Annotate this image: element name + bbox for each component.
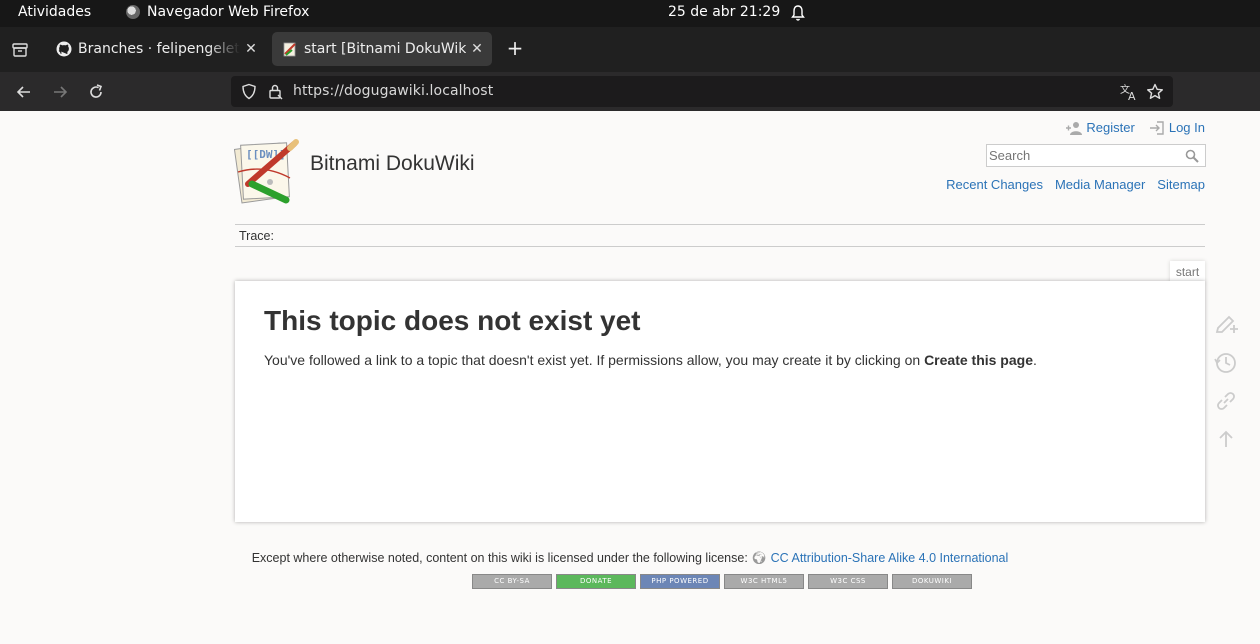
system-top-bar: Atividades Navegador Web Firefox 25 de a… bbox=[0, 0, 1260, 27]
translate-icon[interactable]: 文 A bbox=[1119, 82, 1139, 102]
donate-badge[interactable]: DONATE bbox=[556, 574, 636, 589]
old-revisions-icon[interactable] bbox=[1212, 349, 1240, 377]
login-icon bbox=[1149, 120, 1164, 135]
search-icon[interactable] bbox=[1185, 149, 1199, 163]
dokuwiki-page: [[DW]] Bitnami DokuWiki Register Log In bbox=[0, 111, 1260, 644]
tracking-protection-shield-icon[interactable] bbox=[241, 83, 257, 100]
bookmark-star-icon[interactable] bbox=[1145, 82, 1165, 102]
user-tools: Register Log In bbox=[1066, 120, 1205, 135]
new-tab-button[interactable]: + bbox=[505, 38, 525, 60]
clock[interactable]: 25 de abr 21:29 bbox=[668, 4, 780, 20]
register-link[interactable]: Register bbox=[1066, 120, 1135, 135]
app-name: Navegador Web Firefox bbox=[147, 4, 310, 20]
dokuwiki-favicon bbox=[283, 42, 296, 57]
license-link[interactable]: CC Attribution-Share Alike 4.0 Internati… bbox=[771, 551, 1009, 565]
back-to-top-arrow-icon[interactable] bbox=[1212, 425, 1240, 453]
license-notice: Except where otherwise noted, content on… bbox=[251, 551, 1009, 565]
breadcrumb-trace: Trace: bbox=[239, 229, 274, 243]
tab-github-branches[interactable]: Branches · felipengeletric ✕ bbox=[46, 32, 266, 66]
page-id-badge: start bbox=[1170, 261, 1205, 283]
header-divider bbox=[235, 224, 1205, 225]
php-powered-badge[interactable]: PHP POWERED bbox=[640, 574, 720, 589]
forward-arrow-icon[interactable] bbox=[50, 82, 70, 102]
search-input[interactable] bbox=[987, 145, 1177, 166]
reload-icon[interactable] bbox=[86, 82, 106, 102]
site-tools: Recent Changes Media Manager Sitemap bbox=[946, 177, 1205, 192]
github-icon bbox=[56, 41, 72, 57]
tab-strip: Branches · felipengeletric ✕ start [Bitn… bbox=[0, 27, 1260, 72]
dokuwiki-badge[interactable]: DOKUWIKI bbox=[892, 574, 972, 589]
page-body-text: You've followed a link to a topic that d… bbox=[264, 352, 1037, 368]
wiki-search-box bbox=[986, 144, 1206, 167]
tab-dokuwiki-start[interactable]: start [Bitnami DokuWiki] ✕ bbox=[272, 32, 492, 66]
navigation-toolbar: https://dogugawiki.localhost 文 A bbox=[0, 72, 1260, 111]
close-tab-icon[interactable]: ✕ bbox=[240, 41, 262, 57]
create-page-pencil-icon[interactable] bbox=[1212, 311, 1240, 339]
app-menu[interactable]: Navegador Web Firefox bbox=[126, 4, 309, 20]
breadcrumb-divider bbox=[235, 246, 1205, 247]
globe-icon: 🌍︎ bbox=[751, 551, 768, 565]
back-arrow-icon[interactable] bbox=[14, 82, 34, 102]
page-heading: This topic does not exist yet bbox=[264, 305, 641, 336]
lock-icon[interactable] bbox=[267, 83, 283, 100]
css-badge[interactable]: W3C CSS bbox=[808, 574, 888, 589]
activities-button[interactable]: Atividades bbox=[18, 4, 91, 20]
add-user-icon bbox=[1066, 121, 1083, 135]
address-bar[interactable]: https://dogugawiki.localhost 文 A bbox=[231, 76, 1173, 107]
firefox-icon bbox=[126, 5, 140, 19]
html5-badge[interactable]: W3C HTML5 bbox=[724, 574, 804, 589]
recent-changes-link[interactable]: Recent Changes bbox=[946, 177, 1043, 192]
create-page-text: Create this page bbox=[924, 352, 1033, 368]
close-tab-icon[interactable]: ✕ bbox=[466, 41, 488, 57]
tab-label: Branches · felipengeletric bbox=[78, 41, 240, 57]
url-text[interactable]: https://dogugawiki.localhost bbox=[293, 83, 493, 99]
dokuwiki-logo-icon[interactable]: [[DW]] bbox=[234, 138, 304, 206]
cc-by-sa-badge[interactable]: CC BY-SA bbox=[472, 574, 552, 589]
login-link[interactable]: Log In bbox=[1149, 120, 1205, 135]
media-manager-link[interactable]: Media Manager bbox=[1055, 177, 1145, 192]
tab-label: start [Bitnami DokuWiki] bbox=[304, 41, 466, 57]
sitemap-link[interactable]: Sitemap bbox=[1157, 177, 1205, 192]
page-content: This topic does not exist yet You've fol… bbox=[235, 281, 1205, 522]
footer-badges: CC BY-SA DONATE PHP POWERED W3C HTML5 W3… bbox=[472, 574, 972, 589]
notification-bell-icon[interactable] bbox=[790, 4, 806, 22]
backlinks-icon[interactable] bbox=[1212, 387, 1240, 415]
svg-text:A: A bbox=[1128, 90, 1136, 102]
tab-list-icon[interactable] bbox=[10, 40, 30, 60]
site-title[interactable]: Bitnami DokuWiki bbox=[310, 152, 475, 176]
